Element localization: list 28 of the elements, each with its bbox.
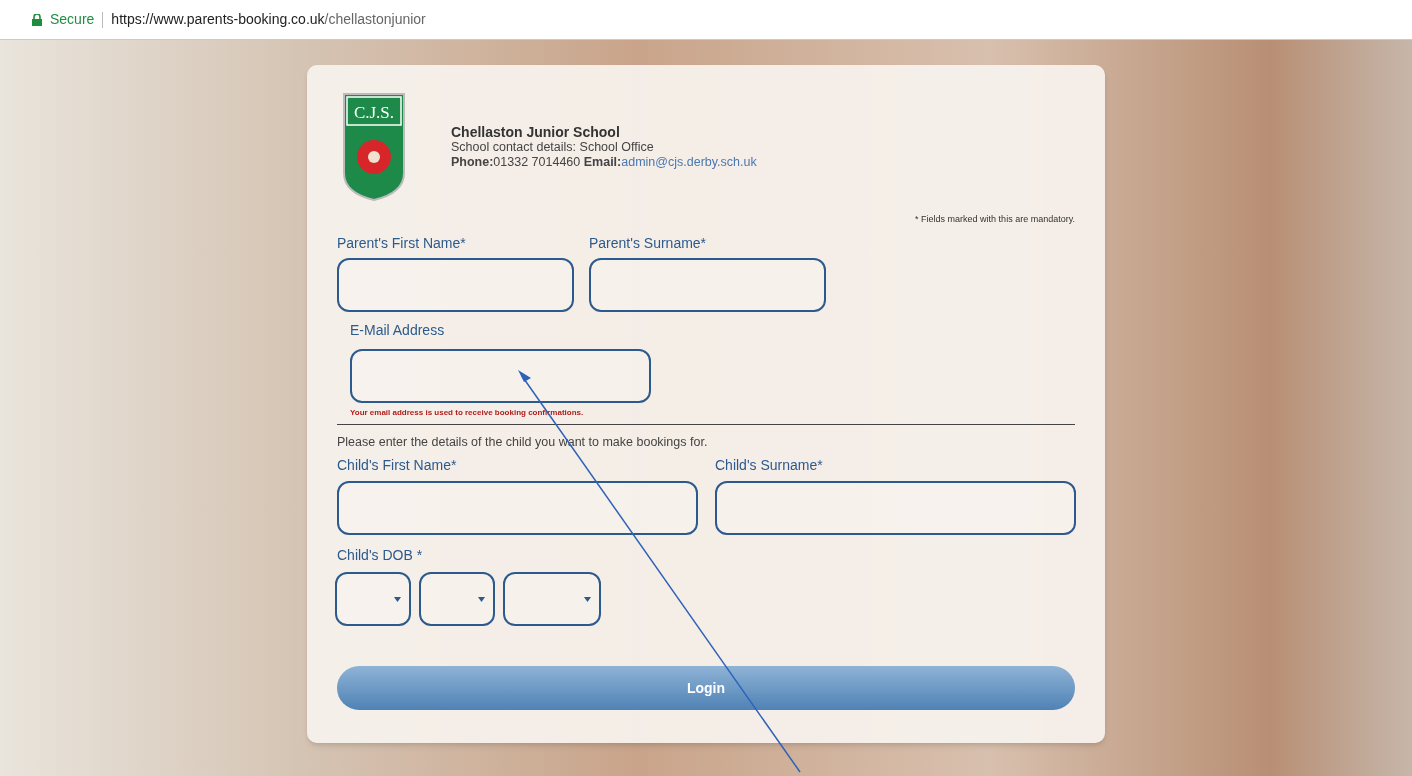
- field-label: E-Mail Address: [350, 320, 446, 340]
- text-field[interactable]: [337, 481, 698, 536]
- phone-email-line: Phone:01332 7014460 Email:admin@cjs.derby.sch.uk: [451, 154, 757, 170]
- field-label: Child's First Name*: [337, 456, 458, 476]
- lock-icon: [32, 13, 42, 26]
- contact-details: School contact details: School Office: [451, 139, 655, 155]
- text-field[interactable]: [337, 257, 574, 312]
- email-link[interactable]: admin@cjs.derby.sch.uk: [621, 154, 757, 169]
- mandatory-note: * Fields marked with this are mandatory.: [915, 213, 1075, 226]
- text-field[interactable]: [589, 257, 826, 312]
- caret-icon: [394, 596, 401, 602]
- caret-icon: [478, 596, 485, 602]
- email-field[interactable]: [350, 348, 651, 403]
- date-select[interactable]: [335, 572, 411, 627]
- login-button[interactable]: Login: [337, 666, 1075, 711]
- security-label: Secure: [50, 10, 95, 29]
- field-label: Child's Surname*: [715, 456, 824, 476]
- field-label: Parent's First Name*: [337, 233, 467, 253]
- date-select[interactable]: [419, 572, 495, 627]
- field-label: Parent's Surname*: [589, 233, 708, 253]
- text-field[interactable]: [715, 481, 1076, 536]
- school-crest-logo: C.J.S.: [343, 93, 405, 201]
- field-label: Child's DOB *: [337, 546, 424, 566]
- caret-icon: [584, 596, 591, 602]
- date-select[interactable]: [503, 572, 601, 627]
- url-text: https://www.parents-booking.co.uk/chellastonjunior: [111, 10, 426, 29]
- address-bar[interactable]: Secure https://www.parents-booking.co.uk/chellastonjunior: [0, 0, 1412, 40]
- school-name: Chellaston Junior School: [451, 124, 621, 140]
